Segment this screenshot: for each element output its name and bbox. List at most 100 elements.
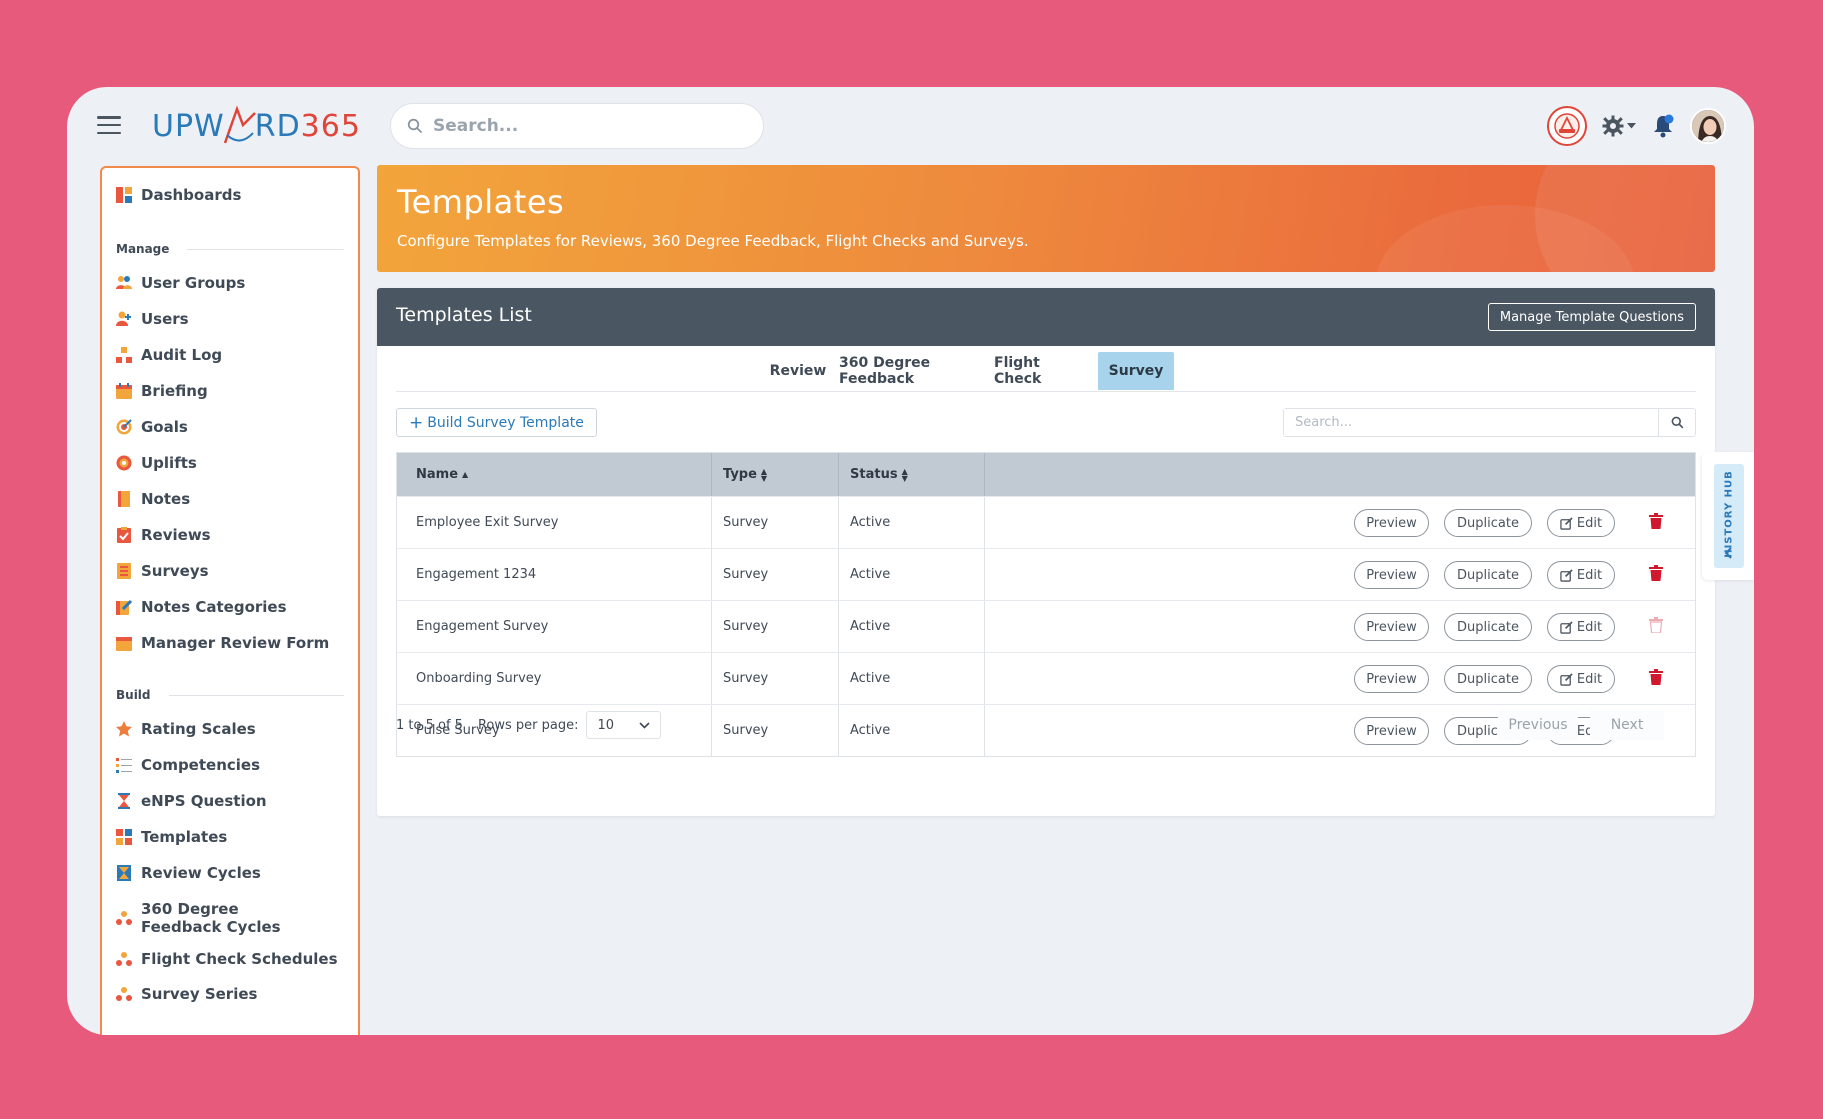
sidebar-item-label: Reviews — [141, 526, 211, 544]
sidebar-item-reviews[interactable]: Reviews — [116, 526, 211, 544]
dashboard-icon — [116, 187, 132, 203]
sidebar-item-label: Users — [141, 310, 189, 328]
delete-icon[interactable] — [1649, 513, 1663, 529]
delete-icon[interactable] — [1649, 565, 1663, 581]
sidebar-item-surveys[interactable]: Surveys — [116, 562, 209, 580]
template-type-tabs: Review 360 Degree Feedback Flight Check … — [396, 352, 1696, 392]
gear-icon — [1602, 115, 1624, 137]
history-hub-panel: HISTORY HUB — [1702, 452, 1754, 580]
page-banner: Templates Configure Templates for Review… — [377, 165, 1715, 272]
edit-icon — [1560, 672, 1573, 686]
previous-page-button[interactable]: Previous — [1498, 710, 1578, 740]
sidebar-item-label: Survey Series — [141, 985, 258, 1003]
column-header-status[interactable]: Status ▲ ▼ — [850, 453, 908, 496]
cell-name: Engagement 1234 — [416, 567, 537, 582]
sidebar-item-review-cycles[interactable]: Review Cycles — [116, 864, 261, 882]
top-right-actions — [1547, 103, 1726, 149]
sidebar-item-label: Goals — [141, 418, 188, 436]
survey-list-icon — [117, 563, 131, 579]
sidebar-item-briefing[interactable]: Briefing — [116, 382, 208, 400]
duplicate-button[interactable]: Duplicate — [1444, 561, 1532, 589]
cell-type: Survey — [723, 619, 769, 634]
network-icon — [116, 987, 132, 1001]
preview-button[interactable]: Preview — [1354, 561, 1429, 589]
preview-button[interactable]: Preview — [1354, 509, 1429, 537]
logo-text-upw: UPW — [152, 108, 225, 144]
preview-button[interactable]: Preview — [1354, 665, 1429, 693]
table-row: Engagement Survey Survey Active Preview … — [397, 600, 1695, 652]
sidebar-item-notes-categories[interactable]: Notes Categories — [116, 598, 287, 616]
history-hub-toggle[interactable]: HISTORY HUB — [1714, 464, 1744, 568]
chevron-down-icon — [1627, 123, 1636, 129]
card-title: Templates List — [396, 304, 532, 326]
sidebar-item-label: Competencies — [141, 756, 261, 774]
menu-icon[interactable] — [97, 116, 121, 134]
sidebar-item-manager-review-form[interactable]: Manager Review Form — [116, 634, 329, 652]
logo-text-365: 365 — [300, 108, 361, 144]
uplifts-badge-icon[interactable] — [1547, 106, 1587, 146]
table-search-input[interactable] — [1284, 409, 1658, 436]
hourglass-icon — [118, 793, 130, 809]
global-search[interactable] — [390, 103, 764, 149]
sidebar-item-label: eNPS Question — [141, 792, 267, 810]
search-icon — [407, 118, 423, 134]
sidebar-item-enps-question[interactable]: eNPS Question — [116, 792, 267, 810]
sidebar-item-goals[interactable]: Goals — [116, 418, 188, 436]
sidebar-item-flight-check-schedules[interactable]: Flight Check Schedules — [116, 950, 338, 968]
sidebar-section-manage: Manage — [116, 242, 344, 256]
app-logo[interactable]: UPW RD 365 — [152, 101, 361, 151]
section-label: Manage — [116, 242, 170, 256]
delete-icon[interactable] — [1649, 669, 1663, 685]
badge-icon — [116, 455, 132, 471]
templates-list-card: Templates List Manage Template Questions… — [377, 288, 1715, 816]
sidebar-item-rating-scales[interactable]: Rating Scales — [116, 720, 256, 738]
card-header: Templates List Manage Template Questions — [377, 288, 1715, 346]
edit-button[interactable]: Edit — [1547, 665, 1615, 693]
global-search-input[interactable] — [433, 116, 733, 136]
logo-text-rd: RD — [254, 108, 301, 144]
cell-status: Active — [850, 671, 891, 686]
duplicate-button[interactable]: Duplicate — [1444, 509, 1532, 537]
cell-status: Active — [850, 567, 891, 582]
preview-button[interactable]: Preview — [1354, 613, 1429, 641]
sidebar-item-label: User Groups — [141, 274, 246, 292]
notebook-icon — [118, 491, 130, 507]
sidebar-item-competencies[interactable]: Competencies — [116, 756, 260, 774]
sidebar-item-user-groups[interactable]: User Groups — [116, 274, 245, 292]
build-survey-template-button[interactable]: + Build Survey Template — [396, 408, 597, 437]
cell-status: Active — [850, 515, 891, 530]
edit-button[interactable]: Edit — [1547, 509, 1615, 537]
cell-status: Active — [850, 619, 891, 634]
sidebar-item-uplifts[interactable]: Uplifts — [116, 454, 197, 472]
edit-button[interactable]: Edit — [1547, 613, 1615, 641]
page-title: Templates — [397, 183, 565, 221]
rows-per-page-select[interactable]: 10 — [586, 711, 662, 739]
table-search — [1283, 408, 1696, 437]
settings-menu[interactable] — [1601, 114, 1636, 138]
duplicate-button[interactable]: Duplicate — [1444, 613, 1532, 641]
sidebar-item-360-feedback-cycles[interactable]: 360 Degree Feedback Cycles — [116, 900, 311, 936]
sidebar-item-label: Review Cycles — [141, 864, 261, 882]
column-header-type[interactable]: Type ▲ ▼ — [723, 453, 767, 496]
tab-360-degree-feedback[interactable]: 360 Degree Feedback — [839, 352, 987, 390]
sidebar-item-users[interactable]: Users — [116, 310, 189, 328]
sidebar-item-notes[interactable]: Notes — [116, 490, 190, 508]
duplicate-button[interactable]: Duplicate — [1444, 665, 1532, 693]
tab-survey[interactable]: Survey — [1098, 352, 1174, 390]
sidebar-item-survey-series[interactable]: Survey Series — [116, 985, 257, 1003]
column-header-name[interactable]: Name ▲ — [416, 453, 468, 496]
sidebar-item-dashboards[interactable]: Dashboards — [116, 186, 241, 204]
edit-button[interactable]: Edit — [1547, 561, 1615, 589]
note-edit-icon — [116, 599, 132, 615]
tab-review[interactable]: Review — [763, 352, 833, 390]
table-search-button[interactable] — [1658, 409, 1695, 436]
cell-type: Survey — [723, 515, 769, 530]
next-page-button[interactable]: Next — [1590, 710, 1664, 740]
tab-flight-check[interactable]: Flight Check — [994, 352, 1092, 390]
bell-icon[interactable] — [1650, 113, 1676, 139]
sidebar-item-audit-log[interactable]: Audit Log — [116, 346, 222, 364]
user-avatar[interactable] — [1690, 108, 1726, 144]
sidebar-item-templates[interactable]: Templates — [116, 828, 227, 846]
manage-template-questions-button[interactable]: Manage Template Questions — [1487, 303, 1696, 331]
table-row: Onboarding Survey Survey Active Preview … — [397, 652, 1695, 704]
